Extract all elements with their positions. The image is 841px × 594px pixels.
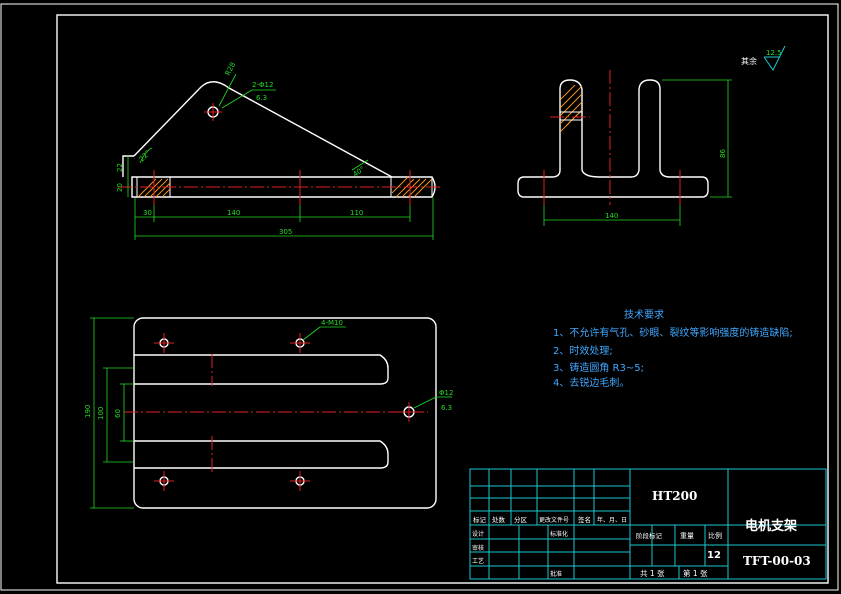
drawing-number: TFT-00-03 (743, 554, 811, 568)
inner-frame (56, 14, 829, 584)
row-standard: 标准化 (550, 530, 568, 538)
dim-20: 20 (116, 183, 124, 192)
tech-req-heading: 技术要求 (624, 308, 664, 321)
tech-req-item-3: 3、铸造圆角 R3~5; (553, 361, 644, 374)
dim-86: 86 (719, 149, 727, 158)
dim-110: 110 (350, 209, 363, 217)
hdr-count: 处数 (492, 515, 506, 524)
callout-hole-top: Φ12 (439, 389, 453, 397)
surface-finish-symbol: 其余 12.5 (741, 45, 786, 71)
quantity: 12 (707, 550, 721, 561)
scale-label: 比例 (708, 531, 722, 540)
row-design: 设计 (472, 530, 484, 538)
outer-border (0, 3, 839, 591)
hdr-date: 年、月、日 (597, 516, 627, 524)
dim-140-front: 140 (227, 209, 240, 217)
hdr-change-doc: 更改文件号 (539, 516, 569, 524)
front-view (118, 73, 440, 240)
row-process: 工艺 (472, 557, 484, 565)
dim-100: 100 (97, 407, 105, 420)
dim-22: 22 (116, 163, 124, 172)
tech-req-item-1: 1、不允许有气孔、砂眼、裂纹等影响强度的铸造缺陷; (553, 326, 793, 339)
tech-req-item-4: 4、去锐边毛刺。 (553, 376, 629, 389)
dim-30: 30 (143, 209, 152, 217)
hdr-zone: 分区 (514, 515, 528, 524)
stage-label: 阶段标记 (636, 531, 663, 540)
technical-requirements: 技术要求 1、不允许有气孔、砂眼、裂纹等影响强度的铸造缺陷; 2、时效处理; 3… (553, 308, 793, 389)
callout-roughness-front: 6.3 (256, 94, 267, 102)
row-approve: 批准 (550, 570, 562, 578)
callout-4-m10: 4-M10 (321, 319, 343, 327)
hdr-signature: 签名 (578, 515, 591, 524)
callout-2-holes: 2-Φ12 (252, 81, 273, 89)
row-review: 审核 (472, 544, 484, 552)
drawing-sheet: 30 140 110 305 22 20 R28 2-Φ12 6.3 22° 4… (0, 3, 839, 591)
material: HT200 (652, 489, 697, 503)
side-view: 140 86 (517, 70, 732, 226)
dim-60: 60 (114, 409, 122, 418)
surface-finish-value: 12.5 (766, 49, 782, 57)
dim-305: 305 (279, 228, 292, 236)
tech-req-item-2: 2、时效处理; (553, 344, 613, 357)
hdr-mark: 标记 (473, 515, 487, 524)
surface-finish-label: 其余 (741, 56, 757, 66)
callout-roughness-top: 6.3 (441, 404, 452, 412)
dim-140-side: 140 (605, 212, 618, 220)
weight-label: 重量 (680, 532, 694, 540)
part-name: 电机支架 (745, 518, 797, 534)
angle-22: 22° (138, 149, 152, 163)
title-block: HT200 电机支架 TFT-00-03 比例 重量 12 阶段标记 共 1 张… (469, 468, 827, 580)
sheet-count: 共 1 张 (640, 569, 665, 578)
dim-190: 190 (84, 405, 92, 418)
callout-r28: R28 (224, 61, 238, 77)
front-dim-labels: 30 140 110 305 22 20 R28 2-Φ12 6.3 22° 4… (116, 61, 366, 236)
top-view: 190 100 60 4-M10 Φ12 6.3 (84, 317, 453, 509)
side-hatch (559, 84, 583, 133)
sheet-number: 第 1 张 (683, 568, 708, 578)
